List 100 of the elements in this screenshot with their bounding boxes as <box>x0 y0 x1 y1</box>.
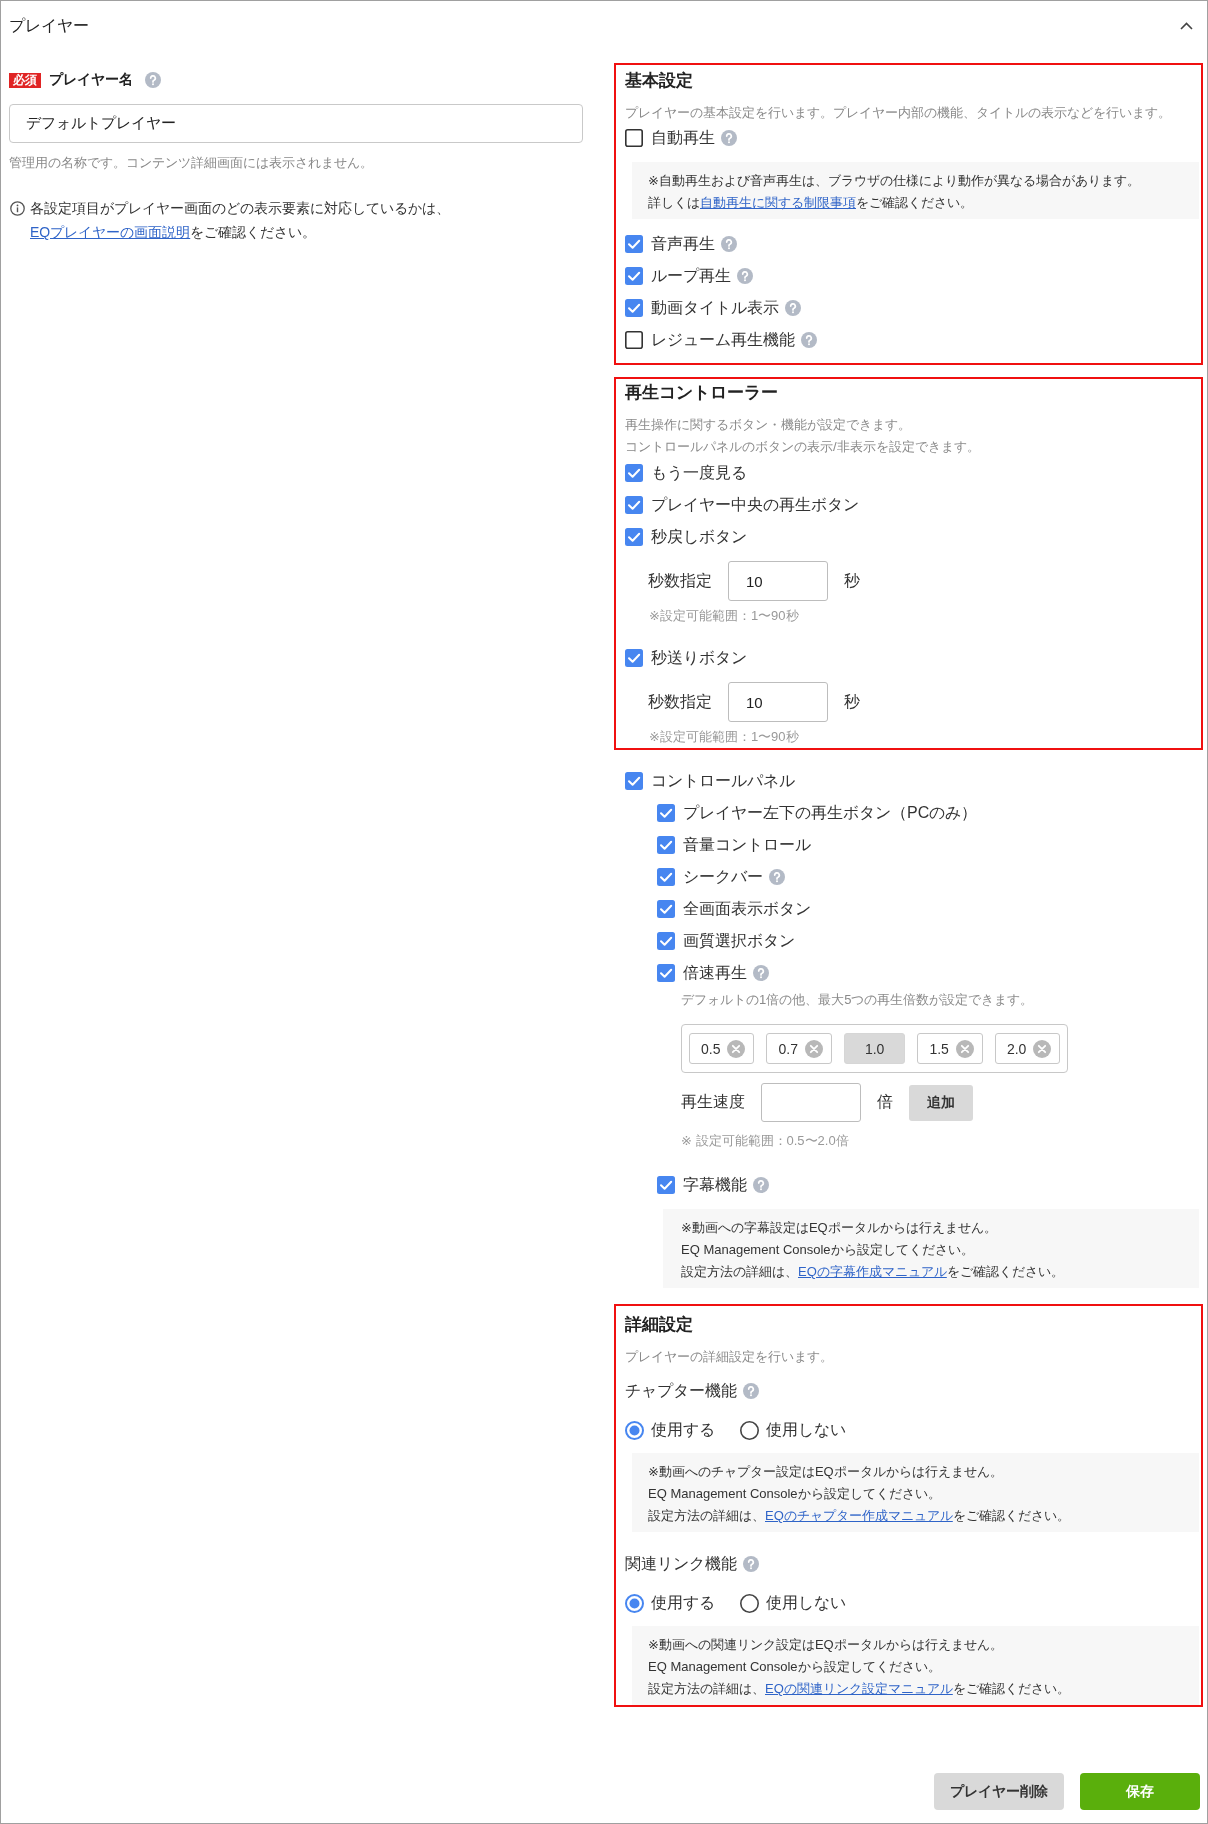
checkbox-label[interactable]: 全画面表示ボタン <box>683 895 811 923</box>
note-text: ※自動再生および音声再生は、ブラウザの仕様により動作が異なる場合があります。 <box>648 172 1141 190</box>
section-description: コントロールパネルのボタンの表示/非表示を設定できます。 <box>625 438 981 456</box>
checkbox-label[interactable]: ループ再生 <box>651 262 731 290</box>
checkbox-label[interactable]: 秒送りボタン <box>651 644 747 672</box>
checkbox-label[interactable]: プレイヤー左下の再生ボタン（PCのみ） <box>683 799 978 827</box>
checkbox-label[interactable]: プレイヤー中央の再生ボタン <box>651 491 859 519</box>
radio-label[interactable]: 使用する <box>651 1592 715 1614</box>
hint-text: 管理用の名称です。コンテンツ詳細画面には表示されません。 <box>9 154 374 172</box>
checkbox[interactable] <box>625 129 643 147</box>
checkbox[interactable] <box>625 772 643 790</box>
checkbox[interactable] <box>657 804 675 822</box>
radio-button[interactable] <box>740 1593 759 1613</box>
info-link[interactable]: EQプレイヤーの画面説明 <box>30 224 191 240</box>
help-icon[interactable] <box>769 869 785 885</box>
section-title: 再生コントローラー <box>625 382 779 404</box>
checkbox[interactable] <box>657 836 675 854</box>
field-label: 秒数指定 <box>648 691 712 712</box>
seconds-input[interactable]: 10 <box>728 682 828 722</box>
radio-button[interactable] <box>740 1420 759 1440</box>
manual-link[interactable]: EQのチャプター作成マニュアル <box>765 1508 953 1523</box>
help-icon[interactable] <box>145 72 161 88</box>
checkbox[interactable] <box>657 900 675 918</box>
checkbox[interactable] <box>625 649 643 667</box>
close-icon[interactable] <box>955 1039 974 1058</box>
checkbox[interactable] <box>625 496 643 514</box>
unit-label: 秒 <box>844 691 860 712</box>
help-icon[interactable] <box>753 1177 769 1193</box>
help-icon[interactable] <box>737 268 753 284</box>
range-note: ※設定可能範囲：1〜90秒 <box>649 728 800 746</box>
close-icon[interactable] <box>1033 1039 1052 1058</box>
help-icon[interactable] <box>743 1383 759 1399</box>
chevron-up-icon[interactable] <box>1180 22 1193 30</box>
required-badge: 必須 <box>9 72 41 88</box>
checkbox[interactable] <box>625 528 643 546</box>
checkbox-label[interactable]: 画質選択ボタン <box>683 927 795 955</box>
checkbox-label[interactable]: 音声再生 <box>651 230 715 258</box>
unit-label: 秒 <box>844 570 860 591</box>
checkbox-label[interactable]: 自動再生 <box>651 124 715 152</box>
checkbox-label[interactable]: コントロールパネル <box>651 767 795 795</box>
note-text: 設定方法の詳細は、EQのチャプター作成マニュアルをご確認ください。 <box>648 1507 1071 1525</box>
range-note: ※設定可能範囲：1〜90秒 <box>649 607 800 625</box>
page-title: プレイヤー <box>9 16 89 36</box>
checkbox-label[interactable]: 字幕機能 <box>683 1171 747 1199</box>
speed-tag[interactable]: 1.5 <box>917 1033 983 1064</box>
help-icon[interactable] <box>753 965 769 981</box>
radio-button[interactable] <box>625 1593 644 1613</box>
checkbox[interactable] <box>625 331 643 349</box>
info-text: 各設定項目がプレイヤー画面のどの表示要素に対応しているかは、 EQプレイヤーの画面説明をご確認ください。 <box>30 199 450 242</box>
section-title: 詳細設定 <box>625 1314 694 1336</box>
checkbox-label[interactable]: 秒戻しボタン <box>651 523 747 551</box>
checkbox[interactable] <box>657 868 675 886</box>
help-icon[interactable] <box>785 300 801 316</box>
speed-tag[interactable]: 1.0 <box>843 1033 906 1064</box>
feature-label: 関連リンク機能 <box>625 1553 737 1574</box>
checkbox[interactable] <box>625 464 643 482</box>
checkbox-label[interactable]: シークバー <box>683 863 763 891</box>
note-text: 設定方法の詳細は、EQの字幕作成マニュアルをご確認ください。 <box>681 1263 1065 1281</box>
note-text: ※動画へのチャプター設定はEQポータルからは行えません。 <box>648 1463 1004 1481</box>
close-icon[interactable] <box>804 1039 823 1058</box>
radio-label[interactable]: 使用しない <box>766 1419 846 1441</box>
note-text: 詳しくは自動再生に関する制限事項をご確認ください。 <box>648 194 974 212</box>
help-icon[interactable] <box>721 236 737 252</box>
checkbox[interactable] <box>625 299 643 317</box>
radio-label[interactable]: 使用しない <box>766 1592 846 1614</box>
speed-input[interactable] <box>761 1083 861 1122</box>
delete-button[interactable]: プレイヤー削除 <box>934 1773 1064 1810</box>
help-icon[interactable] <box>801 332 817 348</box>
checkbox[interactable] <box>657 964 675 982</box>
speed-description: デフォルトの1倍の他、最大5つの再生倍数が設定できます。 <box>681 991 1034 1009</box>
checkbox-label[interactable]: もう一度見る <box>651 459 747 487</box>
checkbox-label[interactable]: 動画タイトル表示 <box>651 294 779 322</box>
player-name-input[interactable]: デフォルトプレイヤー <box>9 104 583 143</box>
close-icon[interactable] <box>727 1039 746 1058</box>
speed-tag[interactable]: 0.7 <box>766 1033 832 1064</box>
checkbox[interactable] <box>625 267 643 285</box>
unit-label: 倍 <box>877 1092 893 1112</box>
checkbox[interactable] <box>625 235 643 253</box>
seconds-input[interactable]: 10 <box>728 561 828 601</box>
feature-label: チャプター機能 <box>625 1380 737 1401</box>
radio-button[interactable] <box>625 1420 644 1440</box>
checkbox[interactable] <box>657 932 675 950</box>
add-button[interactable]: 追加 <box>909 1084 973 1121</box>
manual-link[interactable]: 自動再生に関する制限事項 <box>700 195 856 210</box>
section-description: 再生操作に関するボタン・機能が設定できます。 <box>625 416 912 434</box>
field-label: 秒数指定 <box>648 570 712 591</box>
section-title: 基本設定 <box>625 70 694 92</box>
speed-tag[interactable]: 2.0 <box>994 1033 1061 1064</box>
checkbox-label[interactable]: 倍速再生 <box>683 959 747 987</box>
range-note: ※ 設定可能範囲：0.5〜2.0倍 <box>681 1132 849 1150</box>
speed-tag[interactable]: 0.5 <box>689 1033 755 1064</box>
manual-link[interactable]: EQの字幕作成マニュアル <box>798 1264 947 1279</box>
checkbox[interactable] <box>657 1176 675 1194</box>
manual-link[interactable]: EQの関連リンク設定マニュアル <box>765 1681 953 1696</box>
help-icon[interactable] <box>743 1556 759 1572</box>
radio-label[interactable]: 使用する <box>651 1419 715 1441</box>
note-text: EQ Management Consoleから設定してください。 <box>681 1241 975 1259</box>
help-icon[interactable] <box>721 130 737 146</box>
checkbox-label[interactable]: 音量コントロール <box>683 831 811 859</box>
checkbox-label[interactable]: レジューム再生機能 <box>651 326 795 354</box>
